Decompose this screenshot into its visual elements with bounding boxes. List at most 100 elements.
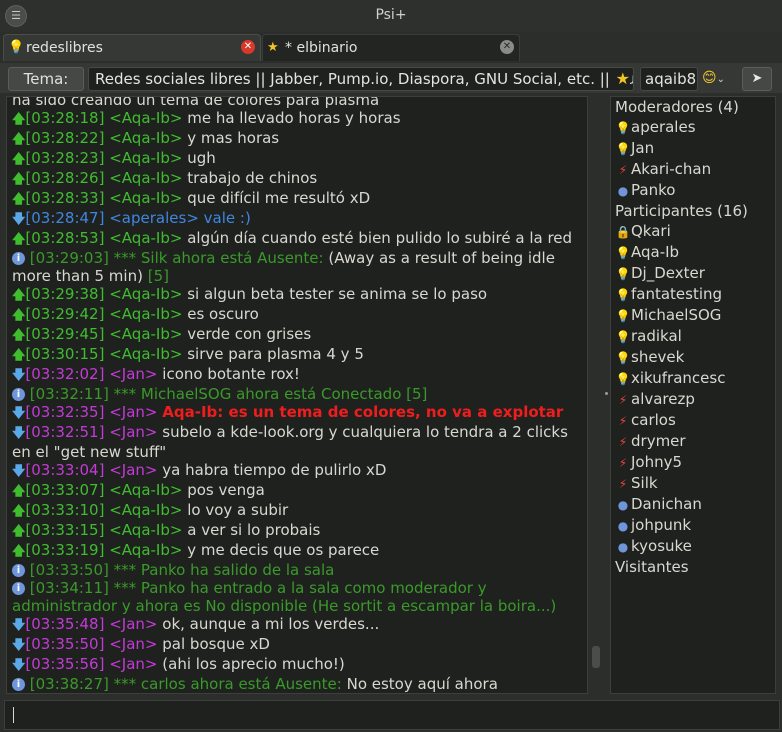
chat-scrollbar[interactable] [590, 96, 602, 692]
chat-message: 🡅[03:28:26] <Aqa-Ib> trabajo de chinos [12, 169, 582, 189]
message-text: sirve para plasma 4 y 5 [187, 345, 364, 363]
chat-message: 🡇[03:33:04] <Jan> ya habra tiempo de pul… [12, 461, 582, 481]
message-text: algún día cuando esté bien pulido lo sub… [187, 229, 573, 247]
bulb-icon: 💡 [615, 351, 631, 365]
contact-name: shevek [631, 348, 685, 366]
close-tab-icon[interactable]: ✕ [500, 40, 514, 54]
participant-list[interactable]: Moderadores (4) 💡aperales 💡Jan ⚡ Akari-chan ●… [610, 96, 776, 694]
roster-contact[interactable]: ● kyosuke [615, 536, 773, 557]
roster-group-header[interactable]: Participantes (16) [615, 201, 773, 221]
chat-message: 🡇[03:35:56] <Jan> (ahi los aprecio mucho… [12, 655, 582, 675]
lock-icon: 🔒 [615, 225, 631, 239]
message-time: [03:28:18] [25, 109, 105, 127]
message-list: ha sido creando un tema de colores para … [12, 96, 582, 693]
cursor-button[interactable]: ➤ [742, 67, 772, 91]
message-nick: <Aqa-Ib> [109, 229, 183, 247]
outgoing-arrow-icon: 🡅 [12, 288, 26, 303]
chat-message: 🡅[03:33:07] <Aqa-Ib> pos venga [12, 481, 582, 501]
tab-redeslibres[interactable]: 💡 redeslibres ✕ [3, 34, 261, 61]
message-text: verde con grises [187, 325, 312, 343]
partial-message: ha sido creando un tema de colores para … [12, 96, 380, 109]
message-text: si algun beta tester se anima se lo paso [187, 285, 488, 303]
chat-message: 🡅[03:28:22] <Aqa-Ib> y mas horas [12, 129, 582, 149]
scrollbar-thumb[interactable] [592, 646, 600, 668]
roster-contact[interactable]: 💡Jan [615, 138, 773, 159]
message-time: [03:33:10] [25, 501, 105, 519]
dnd-icon: ● [617, 498, 629, 512]
close-tab-icon[interactable]: ✕ [241, 40, 255, 54]
contact-name: fantatesting [631, 285, 723, 303]
splitter-handle[interactable] [605, 392, 608, 395]
pointer-icon: ➤ [751, 71, 763, 86]
message-text: Aqa-Ib: es un tema de colores, no va a e… [162, 403, 564, 421]
contact-name: radikal [631, 327, 682, 345]
message-input[interactable] [4, 700, 780, 730]
message-nick: <Aqa-Ib> [109, 521, 183, 539]
incoming-arrow-icon: 🡇 [12, 464, 26, 479]
message-nick: <Aqa-Ib> [109, 501, 183, 519]
message-time: [03:29:03] [29, 249, 109, 267]
roster-contact[interactable]: ⚡ Johny5 [615, 452, 773, 473]
contact-name: Johny5 [631, 453, 683, 471]
roster-contact[interactable]: ● johpunk [615, 515, 773, 536]
message-nick: <Aqa-Ib> [109, 345, 183, 363]
contact-name: Qkari [631, 222, 671, 240]
message-time: [03:29:45] [25, 325, 105, 343]
roster-contact[interactable]: 💡Dj_Dexter [615, 263, 773, 284]
roster-contact[interactable]: 💡MichaelSOG [615, 305, 773, 326]
contact-name: drymer [631, 432, 686, 450]
roster-contact[interactable]: 💡shevek [615, 347, 773, 368]
roster-contact[interactable]: ⚡ drymer [615, 431, 773, 452]
roster-contact[interactable]: ⚡ Akari-chan [615, 159, 773, 180]
message-nick: <Jan> [109, 403, 158, 421]
title-bar: ☰ Psi+ [0, 0, 782, 32]
roster-contact[interactable]: 💡xikufrancesc [615, 368, 773, 389]
roster-contact[interactable]: ● Panko [615, 180, 773, 201]
roster-group-header[interactable]: Visitantes [615, 557, 773, 577]
outgoing-arrow-icon: 🡅 [12, 132, 26, 147]
bulb-icon: 💡 [615, 121, 631, 135]
tab-elbinario[interactable]: ★ * elbinario ✕ [262, 34, 520, 61]
repeat-count: [5] [406, 385, 428, 403]
roster-contact[interactable]: ● Danichan [615, 494, 773, 515]
message-nick: <aperales> [109, 209, 199, 227]
message-time: [03:28:47] [25, 209, 105, 227]
window-title: Psi+ [375, 7, 407, 23]
away-icon: ⚡ [618, 163, 628, 177]
message-time: [03:32:02] [25, 365, 105, 383]
chat-message: i [03:32:11] *** MichaelSOG ahora está C… [12, 385, 582, 403]
roster-contact[interactable]: ⚡ carlos [615, 410, 773, 431]
message-text: icono botante rox! [162, 365, 300, 383]
roster-contact[interactable]: 💡Aqa-Ib [615, 242, 773, 263]
message-nick: <Jan> [109, 635, 158, 653]
topic-text: Redes sociales libres || Jabber, Pump.io… [95, 70, 634, 88]
star-icon[interactable]: ★ [615, 69, 630, 88]
roster-contact[interactable]: ⚡ Silk [615, 473, 773, 494]
away-icon: ⚡ [618, 477, 628, 491]
message-time: [03:32:11] [29, 385, 109, 403]
emoticon-button[interactable]: 😊⌄ [702, 67, 736, 89]
incoming-arrow-icon: 🡇 [12, 212, 26, 227]
roster-contact[interactable]: 💡aperales [615, 117, 773, 138]
outgoing-arrow-icon: 🡅 [12, 172, 26, 187]
message-time: [03:28:26] [25, 169, 105, 187]
roster-contact[interactable]: 🔒Qkari [615, 221, 773, 242]
roster-group-header[interactable]: Moderadores (4) [615, 97, 773, 117]
chat-log[interactable]: ha sido creando un tema de colores para … [6, 96, 588, 694]
incoming-arrow-icon: 🡇 [12, 638, 26, 653]
dnd-icon: ● [617, 540, 629, 554]
topic-button[interactable]: Tema: [8, 67, 84, 91]
outgoing-arrow-icon: 🡅 [12, 112, 26, 127]
roster-contact[interactable]: ⚡ alvarezp [615, 389, 773, 410]
topic-field[interactable]: Redes sociales libres || Jabber, Pump.io… [88, 67, 634, 91]
message-text: ugh [187, 149, 216, 167]
info-icon: i [12, 564, 25, 577]
incoming-arrow-icon: 🡇 [12, 368, 26, 383]
message-text: y me decis que os parece [187, 541, 380, 559]
chat-message: i [03:38:27] *** carlos ahora está Ausen… [12, 675, 582, 693]
chat-message: 🡅[03:28:53] <Aqa-Ib> algún día cuando es… [12, 229, 582, 249]
roster-contact[interactable]: 💡fantatesting [615, 284, 773, 305]
nickname-field[interactable]: aqaib8 [640, 67, 698, 91]
status-text: *** carlos ahora está Ausente: [113, 675, 342, 693]
roster-contact[interactable]: 💡radikal [615, 326, 773, 347]
